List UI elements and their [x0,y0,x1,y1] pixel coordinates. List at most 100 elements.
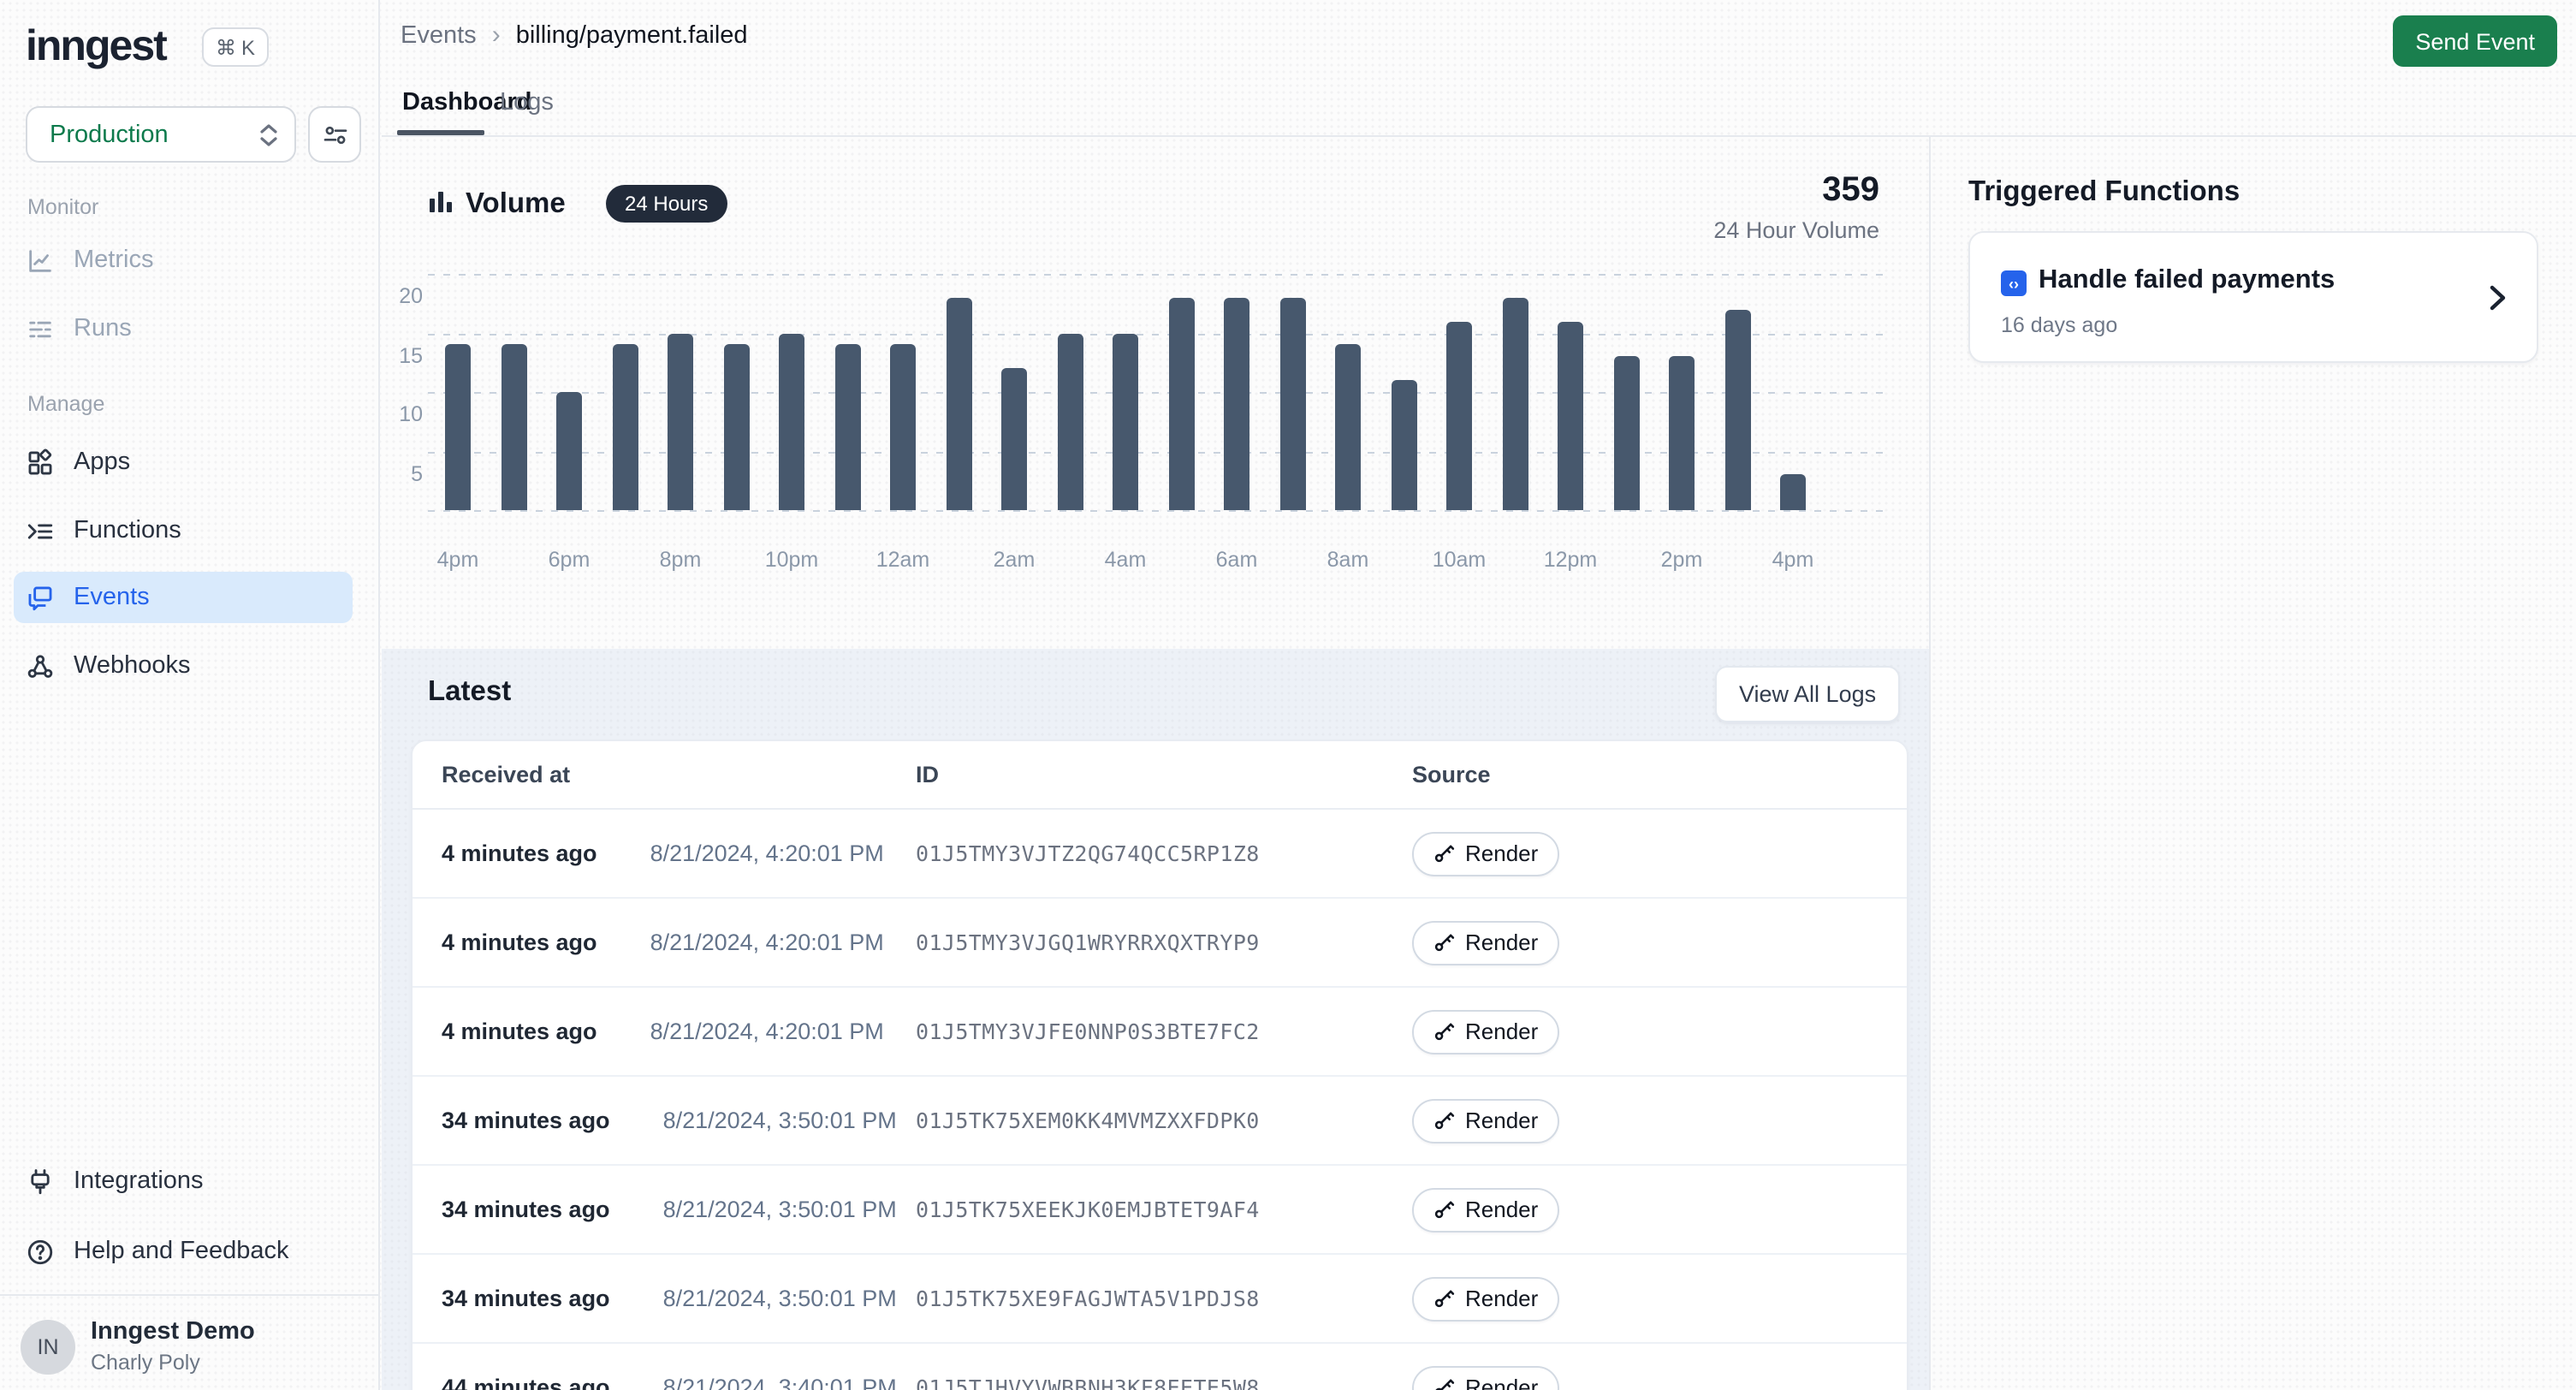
chevron-updown-icon [260,122,277,146]
table-row[interactable]: 4 minutes ago 8/21/2024, 4:20:01 PM 01J5… [413,810,1907,899]
source-badge[interactable]: Render [1412,1098,1558,1143]
environment-select[interactable]: Production [26,106,296,163]
volume-bar [556,392,582,510]
source-name: Render [1465,1108,1538,1133]
x-axis-label: 10pm [749,548,834,572]
x-axis-label: 8pm [638,548,723,572]
sidebar-section-monitor: Monitor [27,195,98,219]
volume-bar [779,333,804,510]
sidebar-item-help[interactable]: Help and Feedback [14,1226,353,1277]
sidebar-item-webhooks[interactable]: Webhooks [14,640,353,692]
tab-logs[interactable]: Logs [500,89,554,116]
key-icon [1433,1376,1455,1390]
volume-bar [1113,333,1138,510]
send-event-button[interactable]: Send Event [2393,15,2557,67]
user-name: Charly Poly [91,1351,200,1375]
avatar[interactable]: IN [21,1320,75,1375]
volume-bar [1001,368,1027,510]
relative-time: 34 minutes ago [442,1197,610,1222]
sidebar-item-integrations[interactable]: Integrations [14,1155,353,1207]
webhooks-icon [24,650,55,681]
sidebar-item-metrics[interactable]: Metrics [14,235,353,286]
source-cell: Render [1371,1098,1907,1143]
table-row[interactable]: 34 minutes ago 8/21/2024, 3:50:01 PM 01J… [413,1077,1907,1166]
relative-time: 4 minutes ago [442,930,597,955]
function-card[interactable]: ‹› Handle failed payments 16 days ago [1968,231,2538,363]
bar-chart-icon [428,188,454,214]
volume-chart-section: Volume 24 Hours 359 24 Hour Volume 51015… [382,137,1929,649]
volume-bar [1446,321,1472,510]
command-k-shortcut[interactable]: ⌘ K [202,27,269,67]
received-at-cell: 4 minutes ago 8/21/2024, 4:20:01 PM [442,1019,916,1044]
source-cell: Render [1371,1187,1907,1232]
source-badge[interactable]: Render [1412,920,1558,965]
source-name: Render [1465,841,1538,866]
x-axis-label: 6am [1194,548,1279,572]
breadcrumb-events-link[interactable]: Events [401,21,477,49]
sliders-icon [321,121,348,148]
table-row[interactable]: 44 minutes ago 8/21/2024, 3:40:01 PM 01J… [413,1344,1907,1390]
chart-gridline [428,451,1883,453]
environment-filter-button[interactable] [308,106,361,163]
chart-gridline [428,274,1883,276]
volume-bar [1279,298,1305,510]
x-axis-label: 4pm [1750,548,1836,572]
volume-total: 359 [1708,171,1879,211]
view-all-logs-button[interactable]: View All Logs [1715,666,1900,722]
volume-bar [1391,380,1416,510]
volume-title: Volume [466,188,566,221]
event-id: 01J5TMY3VJFE0NNP0S3BTE7FC2 [916,1019,1371,1044]
events-icon [24,582,55,613]
key-icon [1433,931,1455,953]
volume-bar [1724,309,1750,510]
source-badge[interactable]: Render [1412,1276,1558,1321]
y-axis-label: 5 [382,461,423,485]
sidebar-item-label: Integrations [74,1167,204,1195]
functions-icon [24,515,55,546]
volume-bar [1502,298,1528,510]
y-axis-label: 10 [382,402,423,426]
function-name: Handle failed payments [2039,265,2335,296]
sidebar: inngest ⌘ K Production Monitor [0,0,380,1390]
source-cell: Render [1371,831,1907,876]
table-row[interactable]: 34 minutes ago 8/21/2024, 3:50:01 PM 01J… [413,1255,1907,1344]
volume-bar [890,345,916,510]
table-row[interactable]: 34 minutes ago 8/21/2024, 3:50:01 PM 01J… [413,1166,1907,1255]
volume-bar [834,345,860,510]
table-row[interactable]: 4 minutes ago 8/21/2024, 4:20:01 PM 01J5… [413,899,1907,988]
latest-section: Latest View All Logs Received at ID Sour… [382,649,1929,1390]
relative-time: 44 minutes ago [442,1375,610,1390]
breadcrumb: Events › billing/payment.failed [401,21,748,50]
volume-bar [668,333,693,510]
volume-bar [1780,475,1806,510]
x-axis-label: 4am [1083,548,1168,572]
absolute-timestamp: 8/21/2024, 3:50:01 PM [663,1286,897,1311]
sidebar-item-apps[interactable]: Apps [14,437,353,488]
key-icon [1433,1287,1455,1310]
relative-time: 34 minutes ago [442,1286,610,1311]
sidebar-item-events[interactable]: Events [14,572,353,623]
source-cell: Render [1371,1009,1907,1054]
sidebar-divider [0,1294,380,1296]
range-badge[interactable]: 24 Hours [606,185,727,223]
source-badge[interactable]: Render [1412,831,1558,876]
source-badge[interactable]: Render [1412,1365,1558,1390]
chevron-right-icon [2485,284,2509,312]
tab-active-underline [397,130,484,135]
volume-bar [501,345,526,510]
relative-time: 34 minutes ago [442,1108,610,1133]
events-table: Received at ID Source 4 minutes ago 8/21… [411,740,1908,1390]
sidebar-item-functions[interactable]: Functions [14,505,353,556]
source-cell: Render [1371,1276,1907,1321]
received-at-cell: 34 minutes ago 8/21/2024, 3:50:01 PM [442,1108,916,1133]
x-axis-label: 12pm [1528,548,1613,572]
received-at-cell: 34 minutes ago 8/21/2024, 3:50:01 PM [442,1197,916,1222]
source-badge[interactable]: Render [1412,1009,1558,1054]
received-at-cell: 34 minutes ago 8/21/2024, 3:50:01 PM [442,1286,916,1311]
chart-gridline [428,392,1883,394]
source-badge[interactable]: Render [1412,1187,1558,1232]
sidebar-item-runs[interactable]: Runs [14,303,353,354]
function-last-run-time: 16 days ago [2001,313,2117,337]
table-row[interactable]: 4 minutes ago 8/21/2024, 4:20:01 PM 01J5… [413,988,1907,1077]
volume-bar [723,345,749,510]
